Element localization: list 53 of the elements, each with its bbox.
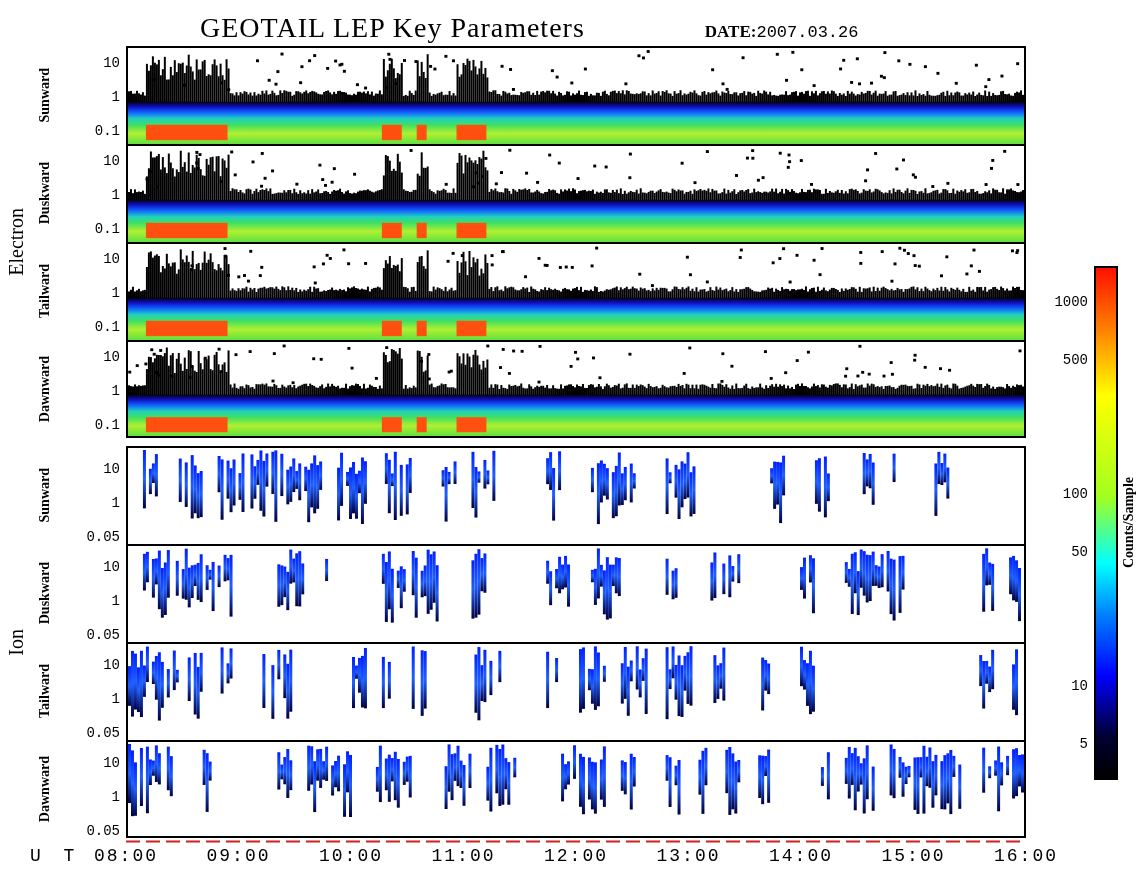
y-tick-label: 1: [111, 692, 120, 706]
colorbar-tick-label: 100: [1062, 486, 1088, 503]
x-tick-label: 11:00: [431, 846, 496, 866]
panel-axis-label: Sunward: [37, 67, 53, 123]
group-label: Ion: [4, 628, 28, 656]
y-tick-label: 10: [103, 756, 120, 770]
colorbar-tick-label: 1000: [1054, 294, 1088, 311]
colorbar-tick-label: 50: [1071, 543, 1088, 560]
y-tick-label: 0.1: [94, 222, 120, 236]
panel-axis-label: Duskward: [37, 161, 53, 225]
y-tick-label: 10: [103, 56, 120, 70]
colorbar-tick-label: 10: [1071, 678, 1088, 694]
y-tick-label: 1: [111, 384, 120, 398]
x-tick-label: 14:00: [769, 846, 833, 866]
x-tick-label: 16:00: [994, 846, 1058, 866]
panel-axis-label: Tailward: [37, 264, 53, 318]
x-tick-label: 15:00: [881, 846, 946, 866]
x-tick-label: 13:00: [656, 846, 721, 866]
colorbar-tick-label: 5: [1079, 735, 1088, 752]
y-tick-label: 0.1: [94, 418, 120, 432]
panel-axis-label: Dawnward: [37, 755, 53, 823]
panel-axis-label: Tailward: [37, 664, 53, 718]
x-tick-label: 10:00: [319, 846, 383, 866]
y-tick-label: 1: [111, 594, 120, 608]
y-tick-label: 10: [103, 658, 120, 672]
y-tick-label: 1: [111, 90, 120, 104]
group-label: Electron: [4, 208, 28, 276]
y-tick-label: 0.05: [86, 628, 120, 642]
y-tick-label: 0.05: [86, 530, 120, 544]
y-tick-label: 1: [111, 790, 120, 804]
y-tick-label: 10: [103, 350, 120, 364]
x-tick-label: 09:00: [206, 846, 271, 866]
y-tick-label: 10: [103, 560, 120, 574]
y-tick-label: 10: [103, 252, 120, 266]
panel-axis-label: Sunward: [37, 467, 53, 523]
colorbar-label: Counts/Sample: [1121, 477, 1137, 569]
y-tick-label: 0.05: [86, 726, 120, 740]
date-label: DATE:2007.03.26: [704, 22, 859, 42]
x-tick-label: 12:00: [544, 846, 608, 866]
panel-axis-label: Duskward: [37, 561, 53, 625]
x-tick-label: 08:00: [94, 846, 158, 866]
plot-title: GEOTAIL LEP Key Parameters: [200, 12, 585, 44]
y-tick-label: 0.1: [94, 320, 120, 334]
x-axis-label: U T: [30, 846, 81, 866]
colorbar-tick-label: 500: [1062, 352, 1088, 369]
y-tick-label: 1: [111, 188, 120, 202]
y-tick-label: 0.05: [86, 824, 120, 838]
y-tick-label: 10: [103, 462, 120, 476]
y-tick-label: 10: [103, 154, 120, 168]
y-tick-label: 1: [111, 286, 120, 300]
y-tick-label: 0.1: [94, 124, 120, 138]
panel-axis-label: Dawnward: [37, 355, 53, 423]
y-tick-label: 1: [111, 496, 120, 510]
